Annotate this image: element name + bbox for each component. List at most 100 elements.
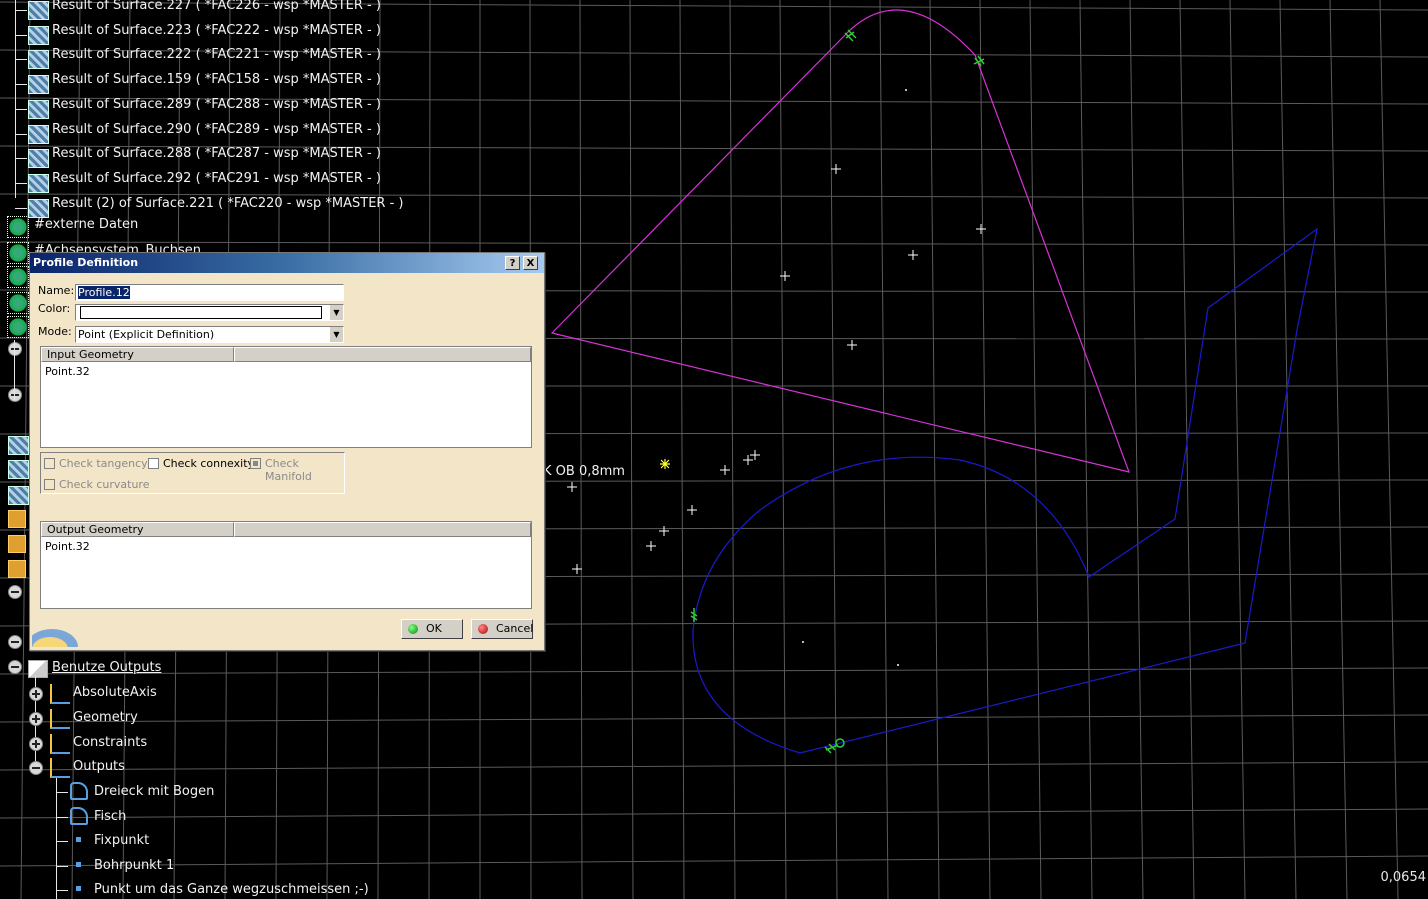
- geometrical-set-icon: [7, 292, 29, 314]
- surface-result-icon: [28, 198, 49, 218]
- grid-line-vertical: [1279, 0, 1297, 899]
- surface-result-icon: [28, 99, 49, 119]
- sketch-point-cross-icon: [743, 455, 753, 465]
- input-geometry-header-2[interactable]: [234, 347, 531, 362]
- tree-item-output[interactable]: Fixpunkt: [94, 833, 149, 848]
- tree-expand-node[interactable]: [8, 342, 22, 356]
- surface-result-icon: [28, 149, 49, 169]
- point-output-icon: [76, 837, 81, 843]
- output-geometry-list[interactable]: Output Geometry Point.32: [40, 521, 532, 609]
- profile-dreieck-mit-bogen[interactable]: [550, 9, 1130, 473]
- tree-item-absoluteaxis[interactable]: AbsoluteAxis: [73, 685, 157, 700]
- geometry-icon: [50, 708, 70, 729]
- color-combo[interactable]: ▼: [75, 304, 344, 321]
- tree-item-surface-result[interactable]: Result of Surface.222 ( *FAC221 - wsp *M…: [52, 47, 381, 62]
- surface-result-icon: [28, 124, 49, 144]
- tree-item-output[interactable]: Fisch: [94, 809, 126, 824]
- tree-branch-line: [15, 108, 27, 110]
- tree-item-surface-result[interactable]: Result of Surface.290 ( *FAC289 - wsp *M…: [52, 122, 381, 137]
- output-geometry-header[interactable]: Output Geometry: [41, 522, 234, 537]
- check-connexity-checkbox[interactable]: [148, 458, 159, 469]
- output-geometry-header-2[interactable]: [234, 522, 531, 537]
- tree-item-geometry[interactable]: Geometry: [73, 710, 138, 725]
- color-label: Color:: [38, 302, 71, 315]
- profile-fisch[interactable]: [692, 227, 1318, 754]
- tree-expand-node[interactable]: [8, 635, 22, 649]
- tree-expand-node[interactable]: [29, 736, 43, 751]
- tree-item-output[interactable]: Bohrpunkt 1: [94, 858, 174, 873]
- tree-item-surface-result[interactable]: Result of Surface.289 ( *FAC288 - wsp *M…: [52, 97, 381, 112]
- name-label: Name:: [38, 284, 75, 297]
- check-connexity-label: Check connexity: [163, 457, 255, 470]
- tree-branch-line: [56, 865, 68, 867]
- tree-item-surface-result[interactable]: Result of Surface.227 ( *FAC226 - wsp *M…: [52, 0, 381, 13]
- dimension-label: K OB 0,8mm: [543, 464, 625, 479]
- name-value: Profile.12: [78, 286, 130, 299]
- grid-line-vertical: [1179, 0, 1195, 899]
- grid-line-vertical: [1229, 0, 1246, 899]
- tree-expand-node[interactable]: [29, 687, 43, 701]
- surface-result-icon: [28, 50, 49, 70]
- tree-expand-node[interactable]: [8, 585, 22, 599]
- grid-line-horizontal: [0, 714, 1428, 723]
- sketch-icon: [8, 560, 26, 578]
- tree-branch-line: [56, 890, 68, 892]
- grid-line-vertical: [629, 0, 634, 899]
- surface-result-icon: [28, 173, 49, 193]
- tree-expand-node[interactable]: [29, 711, 43, 726]
- close-button[interactable]: X: [523, 256, 538, 270]
- surface-result-icon: [8, 460, 29, 479]
- point-output-icon: [76, 861, 81, 867]
- ok-button[interactable]: OK: [401, 619, 463, 639]
- sketch-point-cross-icon: [572, 564, 582, 574]
- surface-result-icon: [28, 25, 49, 45]
- grid-line-horizontal: [0, 241, 1428, 246]
- constraint-markers: [690, 29, 985, 754]
- mode-combo[interactable]: Point (Explicit Definition) ▼: [75, 326, 344, 343]
- outputs-icon: [50, 758, 70, 779]
- tree-item-surface-result[interactable]: Result of Surface.292 ( *FAC291 - wsp *M…: [52, 171, 381, 186]
- sketch-points: [567, 164, 986, 574]
- input-geometry-item[interactable]: Point.32: [45, 365, 90, 378]
- ok-label: OK: [426, 622, 442, 635]
- input-geometry-header[interactable]: Input Geometry: [41, 347, 234, 362]
- constraints-icon: [50, 733, 70, 754]
- surface-result-icon: [8, 436, 29, 455]
- tree-item-surface-result[interactable]: Result of Surface.159 ( *FAC158 - wsp *M…: [52, 72, 381, 87]
- tree-item-outputs[interactable]: Outputs: [73, 759, 125, 774]
- tree-branch-line: [15, 158, 27, 160]
- check-tangency-checkbox: [44, 458, 55, 469]
- grid-line-vertical: [1329, 0, 1348, 899]
- color-value: [80, 306, 322, 319]
- tree-expand-node[interactable]: [8, 660, 22, 674]
- cancel-button[interactable]: Cancel: [471, 619, 533, 639]
- grid-line-vertical: [679, 0, 685, 899]
- tree-item-surface-result[interactable]: Result (2) of Surface.221 ( *FAC220 - ws…: [52, 196, 403, 211]
- sketch-point-cross-icon: [831, 164, 841, 174]
- help-button[interactable]: ?: [505, 256, 520, 270]
- input-geometry-list[interactable]: Input Geometry Point.32: [40, 346, 532, 448]
- dialog-titlebar[interactable]: Profile Definition: [30, 253, 544, 273]
- tree-item-constraints[interactable]: Constraints: [73, 735, 147, 750]
- cancel-red-dot-icon: [478, 624, 488, 634]
- tree-item-surface-result[interactable]: Result of Surface.288 ( *FAC287 - wsp *M…: [52, 146, 381, 161]
- output-geometry-item[interactable]: Point.32: [45, 540, 90, 553]
- color-dropdown-arrow-icon[interactable]: ▼: [329, 305, 343, 320]
- tree-item-benutze-outputs[interactable]: Benutze Outputs: [52, 660, 161, 675]
- tree-branch-line: [15, 84, 27, 86]
- tree-expand-node[interactable]: [8, 388, 22, 402]
- sketch-icon: [8, 510, 26, 528]
- tree-item-output[interactable]: Dreieck mit Bogen: [94, 784, 214, 799]
- tree-item-output[interactable]: Punkt um das Ganze wegzuschmeissen ;-): [94, 882, 369, 897]
- tree-item-surface-result[interactable]: Result of Surface.223 ( *FAC222 - wsp *M…: [52, 23, 381, 38]
- tree-branch-line: [56, 841, 68, 843]
- sketch-point-cross-icon: [687, 505, 697, 515]
- name-field[interactable]: Profile.12: [75, 284, 344, 301]
- tree-item-externe-daten[interactable]: #externe Daten: [34, 217, 138, 232]
- mode-dropdown-arrow-icon[interactable]: ▼: [329, 327, 343, 342]
- selected-point-star-icon[interactable]: [660, 459, 670, 469]
- tree-branch-line: [15, 34, 27, 36]
- grid-line-horizontal: [0, 808, 1428, 819]
- sketch-point-cross-icon: [847, 340, 857, 350]
- check-manifold-checkbox: [250, 458, 261, 469]
